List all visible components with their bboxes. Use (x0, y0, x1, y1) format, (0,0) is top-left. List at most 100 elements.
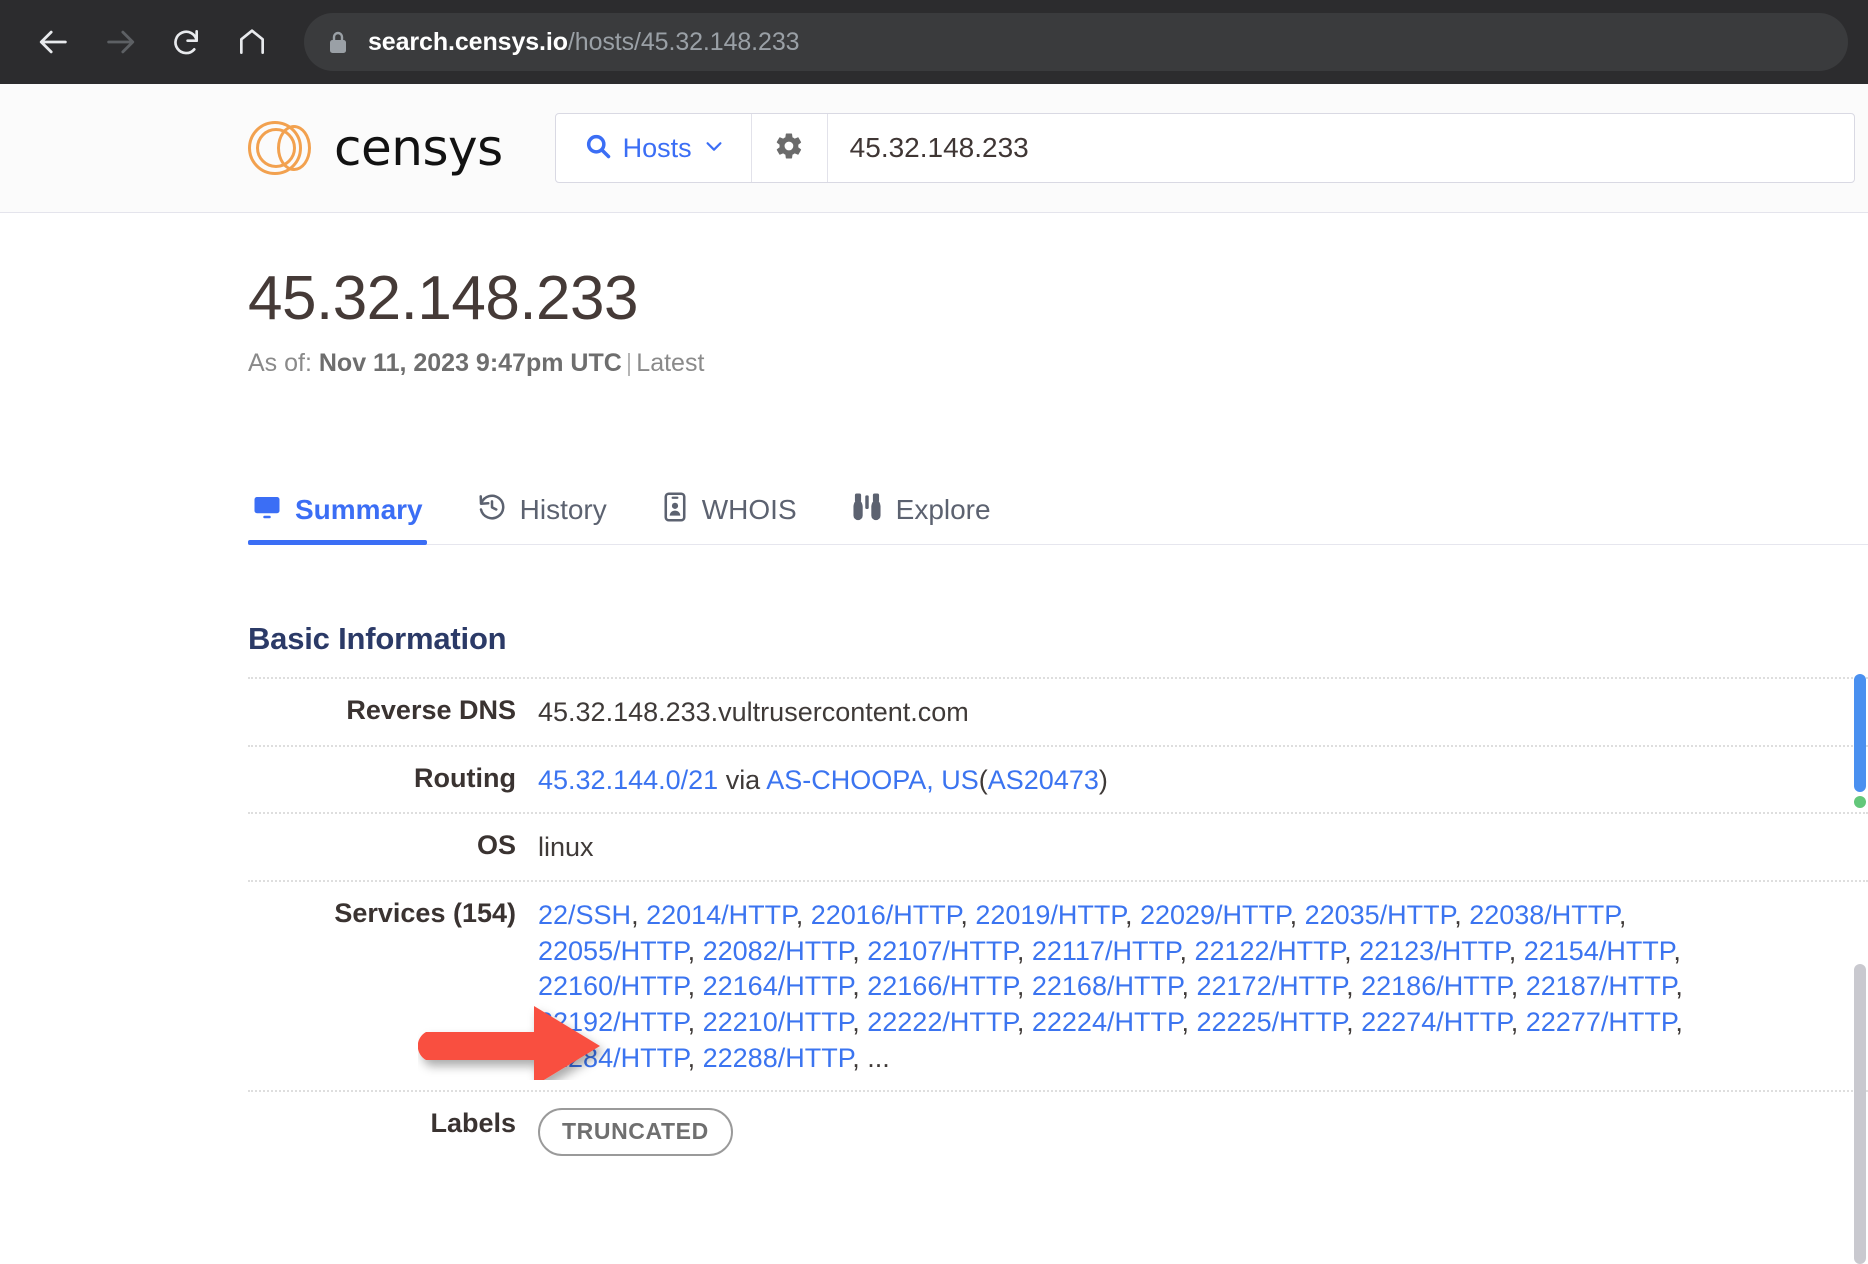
home-button[interactable] (226, 16, 278, 68)
service-separator: , (1675, 971, 1683, 1002)
back-arrow-icon (37, 25, 71, 59)
service-link[interactable]: 22284/HTTP (538, 1043, 688, 1073)
as-of-line: As of: Nov 11, 2023 9:47pm UTC | Latest (248, 349, 1868, 378)
services-ellipsis: ... (867, 1042, 890, 1073)
service-link[interactable]: 22186/HTTP (1361, 971, 1511, 1001)
service-link[interactable]: 22187/HTTP (1526, 971, 1676, 1001)
address-bar[interactable]: search.censys.io/hosts/45.32.148.233 (304, 13, 1848, 71)
routing-paren-open: ( (978, 764, 988, 795)
tab-summary-label: Summary (295, 493, 423, 525)
service-separator: , (960, 900, 976, 931)
label-os: OS (476, 830, 516, 861)
info-row-routing: Routing 45.32.144.0/21 via AS-CHOOPA, US… (248, 744, 1868, 813)
info-row-services: Services (154) 22/SSH, 22014/HTTP, 22016… (248, 880, 1868, 1090)
service-link[interactable]: 22210/HTTP (703, 1007, 853, 1037)
tab-explore-label: Explore (895, 493, 991, 525)
service-link[interactable]: 22172/HTTP (1197, 971, 1347, 1001)
gear-icon (774, 131, 804, 166)
service-link[interactable]: 22168/HTTP (1032, 971, 1182, 1001)
service-separator: , (795, 900, 811, 931)
lock-icon (326, 28, 350, 56)
service-link[interactable]: 22107/HTTP (867, 936, 1017, 966)
service-separator: , (852, 971, 868, 1002)
routing-as-name-link[interactable]: AS-CHOOPA, US (766, 765, 979, 795)
service-link[interactable]: 22225/HTTP (1197, 1007, 1347, 1037)
value-os: linux (538, 832, 594, 863)
service-link[interactable]: 22222/HTTP (867, 1007, 1017, 1037)
service-link[interactable]: 22166/HTTP (867, 971, 1017, 1001)
scrollbar-marker-blue (1854, 674, 1866, 792)
service-link[interactable]: 22/SSH (538, 900, 631, 930)
service-link[interactable]: 22224/HTTP (1032, 1007, 1182, 1037)
monitor-icon (252, 492, 282, 527)
forward-button[interactable] (94, 16, 146, 68)
chevron-down-icon (703, 135, 725, 162)
service-separator: , (1675, 1006, 1683, 1037)
tab-explore[interactable]: Explore (847, 488, 995, 544)
search-input[interactable] (827, 114, 1854, 182)
search-type-selector[interactable]: Hosts (556, 114, 752, 182)
url-path: /hosts/45.32.148.233 (567, 27, 800, 56)
service-link[interactable]: 22035/HTTP (1305, 900, 1455, 930)
value-routing: 45.32.144.0/21 via AS-CHOOPA, US(AS20473… (516, 747, 1108, 813)
forward-arrow-icon (103, 25, 137, 59)
service-link[interactable]: 22288/HTTP (703, 1043, 853, 1073)
service-link[interactable]: 22117/HTTP (1032, 936, 1180, 966)
basic-information-table: Reverse DNS 45.32.148.233.vultruserconte… (248, 677, 1868, 1169)
reload-icon (170, 26, 202, 58)
service-separator: , (1181, 1006, 1197, 1037)
service-separator: , (1124, 900, 1140, 931)
service-separator: , (1346, 1006, 1362, 1037)
back-button[interactable] (28, 16, 80, 68)
service-separator: , (687, 1006, 703, 1037)
service-link[interactable]: 22123/HTTP (1359, 936, 1509, 966)
service-link[interactable]: 22154/HTTP (1524, 936, 1674, 966)
reload-button[interactable] (160, 16, 212, 68)
service-separator: , (1346, 971, 1362, 1002)
service-link[interactable]: 22274/HTTP (1361, 1007, 1511, 1037)
search-icon (584, 132, 612, 165)
routing-as-number-link[interactable]: AS20473 (988, 765, 1099, 795)
service-separator: , (1454, 900, 1470, 931)
routing-prefix-link[interactable]: 45.32.144.0/21 (538, 765, 718, 795)
service-link[interactable]: 22160/HTTP (538, 971, 688, 1001)
info-row-reverse-dns: Reverse DNS 45.32.148.233.vultruserconte… (248, 677, 1868, 745)
label-reverse-dns: Reverse DNS (346, 695, 516, 726)
tab-history-label: History (519, 493, 607, 525)
service-separator: , (1508, 935, 1524, 966)
label-labels: Labels (430, 1108, 516, 1139)
scrollbar-track[interactable] (1852, 84, 1868, 1264)
routing-paren-close: ) (1098, 764, 1108, 795)
address-bar-url: search.censys.io/hosts/45.32.148.233 (368, 27, 800, 57)
service-link[interactable]: 22016/HTTP (811, 900, 961, 930)
service-link[interactable]: 22029/HTTP (1140, 900, 1290, 930)
censys-logo[interactable]: censys (248, 119, 503, 177)
service-link[interactable]: 22014/HTTP (646, 900, 796, 930)
as-of-latest: Latest (636, 349, 705, 378)
browser-nav-buttons (20, 16, 278, 68)
scrollbar-thumb[interactable] (1854, 964, 1866, 1264)
label-badge[interactable]: TRUNCATED (538, 1108, 733, 1156)
service-link[interactable]: 22277/HTTP (1526, 1007, 1676, 1037)
service-separator: , (852, 1042, 868, 1073)
url-host: search.censys.io (368, 27, 568, 56)
as-of-prefix: As of: (248, 349, 312, 378)
service-link[interactable]: 22122/HTTP (1194, 936, 1344, 966)
service-link[interactable]: 22019/HTTP (975, 900, 1125, 930)
search-settings-button[interactable] (752, 114, 828, 182)
tab-history[interactable]: History (473, 488, 611, 544)
search-bar-group: Hosts (554, 113, 1855, 183)
label-services: Services (154) (334, 898, 516, 929)
tab-whois[interactable]: WHOIS (657, 488, 801, 544)
scrollbar-marker-green (1854, 796, 1866, 808)
as-of-separator: | (625, 349, 633, 378)
service-link[interactable]: 22055/HTTP (538, 936, 688, 966)
service-separator: , (631, 900, 647, 931)
service-link[interactable]: 22082/HTTP (703, 936, 853, 966)
service-separator: , (1289, 900, 1305, 931)
tab-summary[interactable]: Summary (248, 488, 427, 546)
service-link[interactable]: 22192/HTTP (538, 1007, 688, 1037)
service-link[interactable]: 22038/HTTP (1469, 900, 1619, 930)
censys-logo-text: censys (334, 119, 503, 177)
service-link[interactable]: 22164/HTTP (703, 971, 853, 1001)
